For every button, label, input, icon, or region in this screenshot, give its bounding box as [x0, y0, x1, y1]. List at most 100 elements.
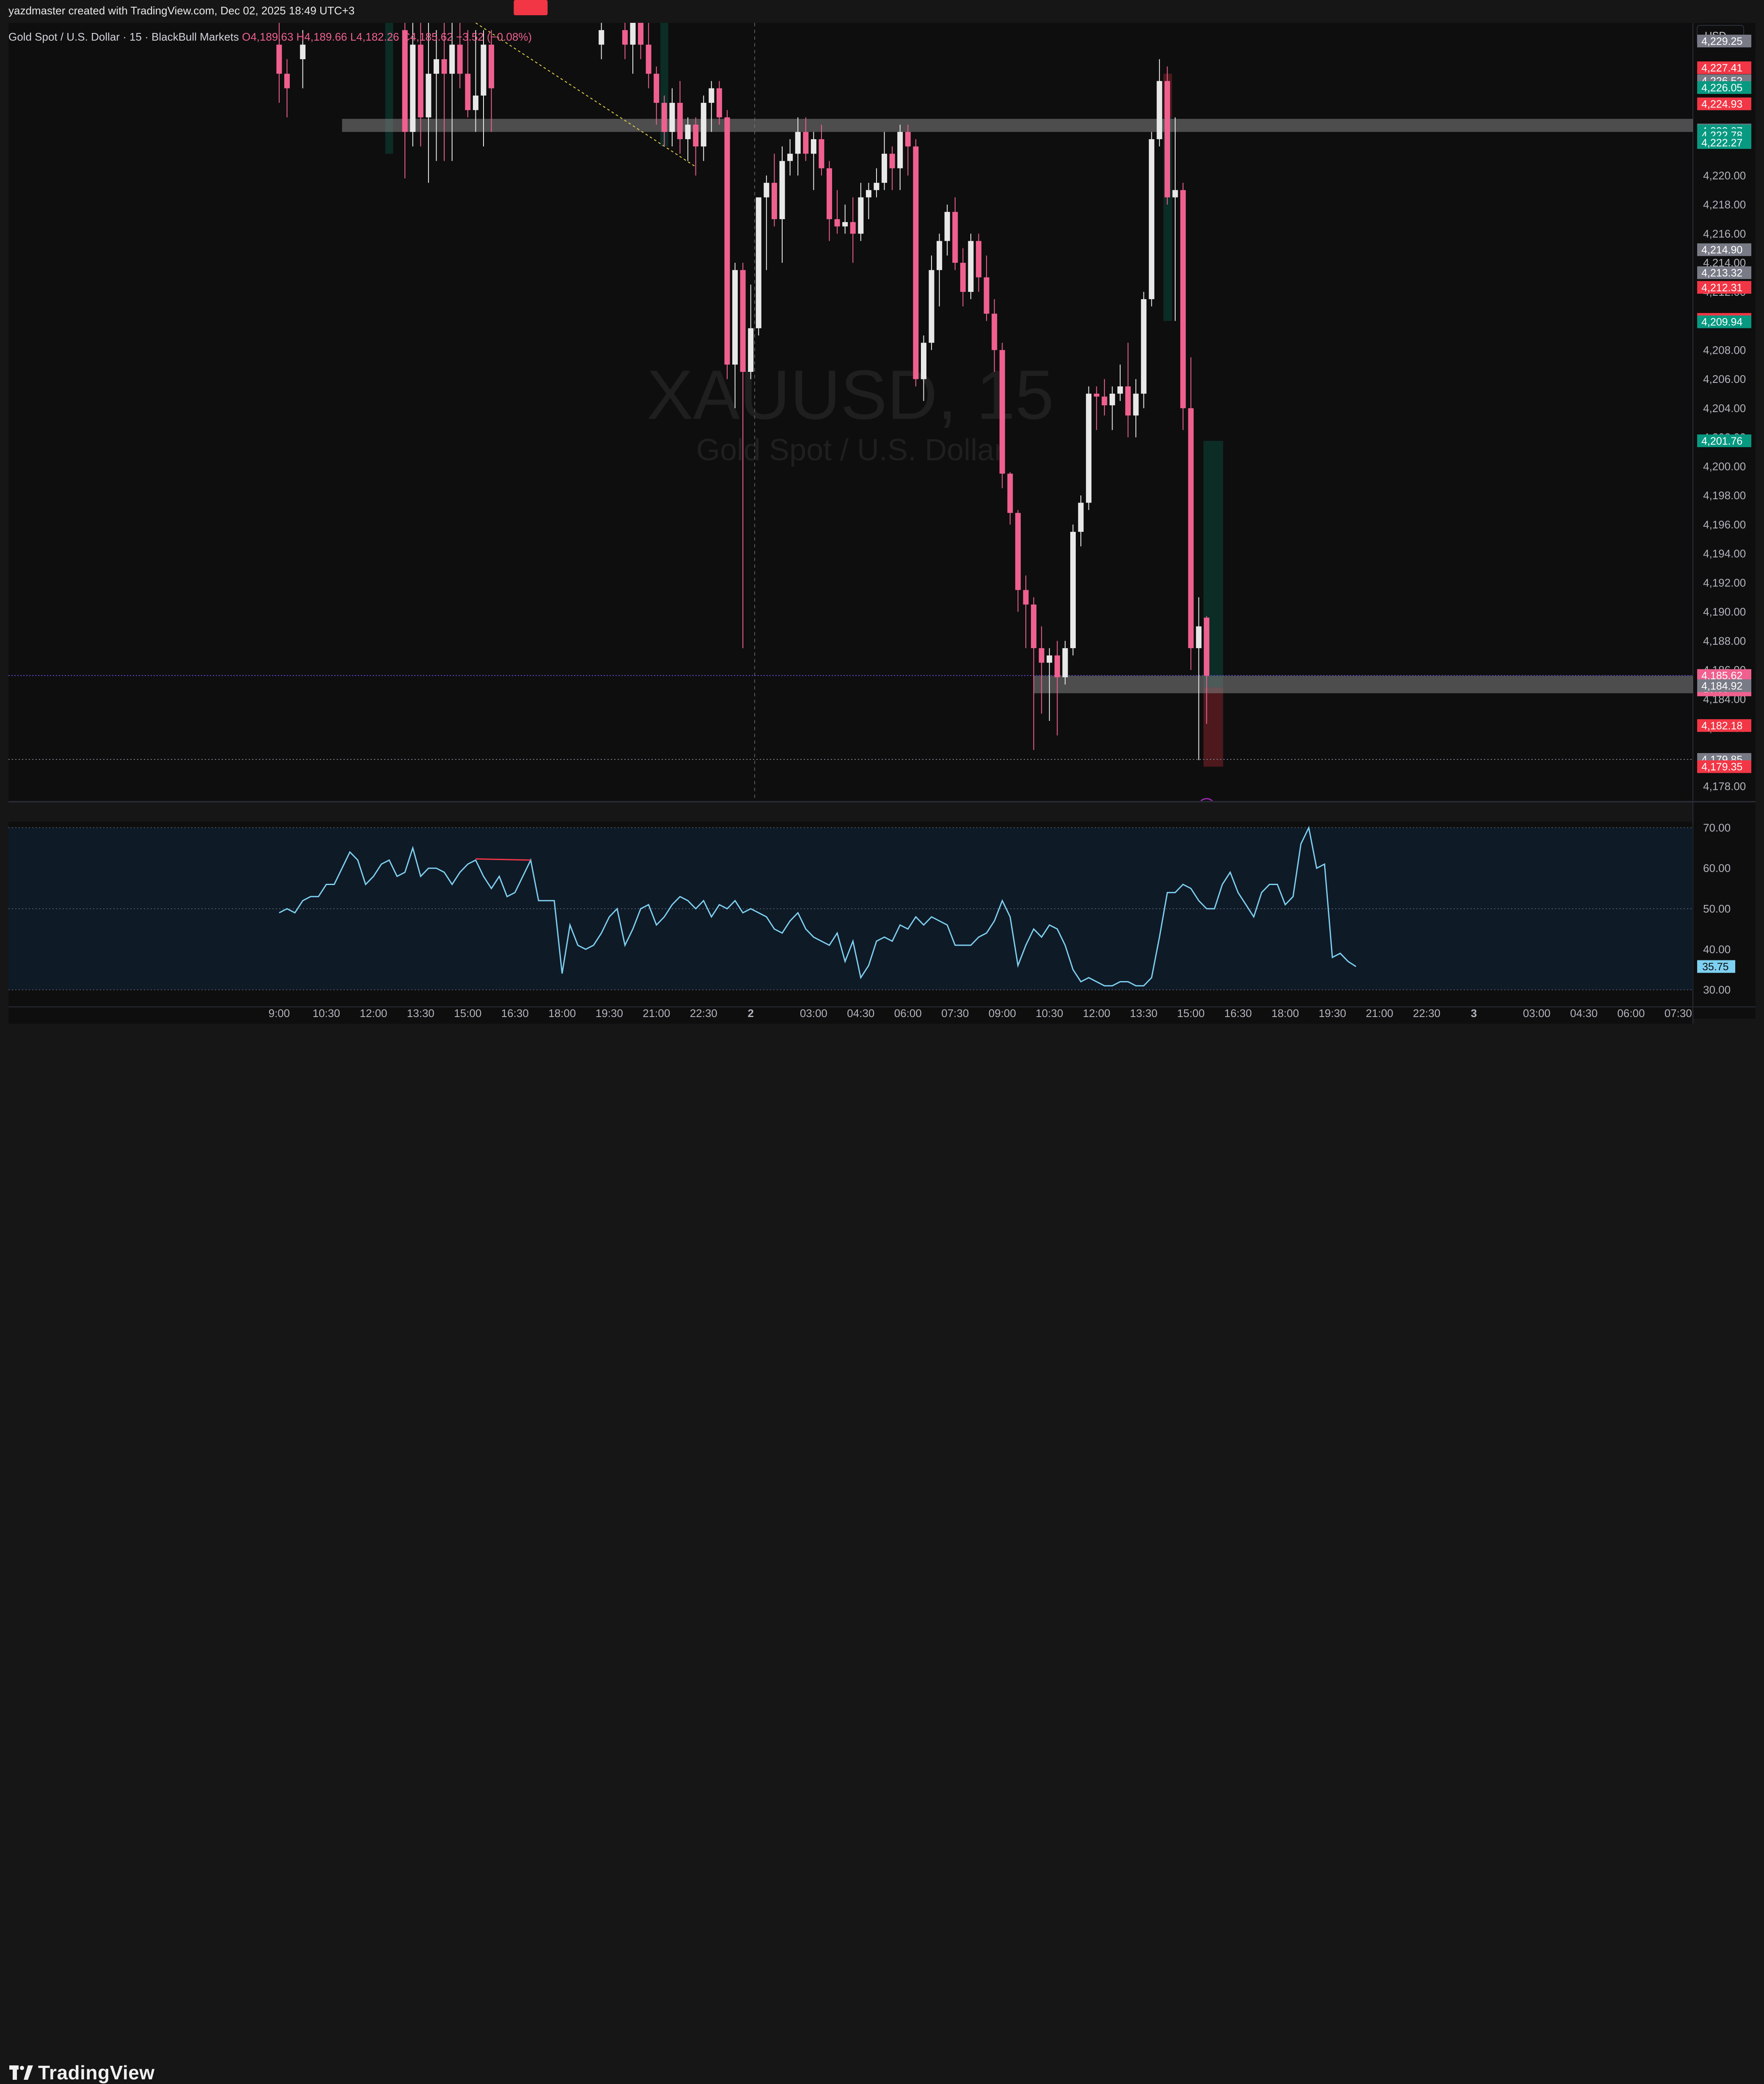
time-tick-label: 04:30 — [1570, 1007, 1598, 1020]
candle-body — [897, 132, 903, 168]
candle-body — [654, 74, 659, 103]
time-tick-label: 06:00 — [1617, 1007, 1645, 1020]
price-label-text: 4,227.41 — [1701, 62, 1742, 74]
candle-body — [992, 313, 997, 350]
candle-body — [842, 222, 848, 227]
candle-body — [661, 103, 667, 132]
price-tick-label: 4,188.00 — [1703, 635, 1746, 647]
tradingview-logo-icon — [9, 2065, 33, 2080]
price-tick-label: 4,218.00 — [1703, 198, 1746, 211]
price-label-badge: 4,179.35 — [1697, 760, 1751, 773]
candle-body — [811, 139, 816, 154]
price-label-badge: 4,229.25 — [1697, 34, 1751, 47]
ohlc-open: O4,189.63 — [242, 30, 297, 43]
candle-body — [984, 277, 989, 314]
candle-body — [960, 263, 966, 292]
candle-bear — [724, 110, 730, 379]
time-tick-label: 04:30 — [847, 1007, 874, 1020]
candle-body — [866, 190, 871, 198]
candle-body — [803, 132, 809, 154]
ohlc-high: H4,189.66 — [297, 30, 350, 43]
candle-body — [441, 59, 447, 74]
chart-header: yazdmaster created with TradingView.com,… — [0, 0, 1764, 23]
candle-body — [434, 59, 440, 74]
candle-body — [473, 95, 478, 110]
time-tick-label: 22:30 — [690, 1007, 717, 1020]
time-tick-label: 18:00 — [548, 1007, 576, 1020]
candle-body — [630, 23, 636, 45]
candle-body — [771, 183, 777, 220]
candle-body — [976, 241, 982, 278]
watermark-symbol: XAUUSD, 15 — [647, 356, 1054, 434]
price-label-badge: 4,201.76 — [1697, 434, 1751, 447]
candle-body — [410, 44, 416, 132]
time-tick-label: 19:30 — [596, 1007, 623, 1020]
candle-body — [685, 124, 691, 139]
time-tick-label: 10:30 — [1036, 1007, 1063, 1020]
price-label-text: 4,179.35 — [1701, 761, 1742, 773]
candle-body — [740, 270, 746, 372]
time-tick-label: 22:30 — [1413, 1007, 1440, 1020]
candle-body — [1102, 396, 1107, 406]
candle-body — [944, 212, 950, 241]
time-tick-label: 2 — [747, 1007, 753, 1020]
price-tick-label: 4,200.00 — [1703, 460, 1746, 473]
candle-body — [1086, 393, 1092, 503]
candle-body — [1070, 532, 1076, 649]
candle-body — [756, 197, 761, 328]
candle-bear — [1164, 66, 1170, 205]
candle-body — [748, 328, 754, 372]
candle-body — [920, 343, 926, 379]
candle-body — [677, 103, 683, 139]
time-tick-label: 07:30 — [941, 1007, 969, 1020]
candle-body — [1141, 299, 1147, 394]
price-label-text: 4,212.31 — [1701, 282, 1742, 294]
price-tick-label: 4,194.00 — [1703, 547, 1746, 560]
price-label-badge: 4,184.92 — [1697, 679, 1751, 692]
time-tick-label: 15:00 — [1177, 1007, 1205, 1020]
time-tick-label: 09:00 — [989, 1007, 1016, 1020]
candle-bull — [1070, 524, 1076, 656]
time-tick-label: 9:00 — [269, 1007, 290, 1020]
time-tick-label: 06:00 — [894, 1007, 922, 1020]
price-label-text: 4,222.27 — [1701, 137, 1742, 149]
candle-body — [819, 139, 824, 168]
time-tick-label: 03:00 — [800, 1007, 827, 1020]
candle-body — [716, 88, 722, 118]
candle-body — [874, 183, 879, 190]
candle-body — [669, 103, 675, 132]
candle-body — [913, 146, 919, 379]
candle-body — [827, 168, 833, 220]
time-tick-label: 16:30 — [501, 1007, 529, 1020]
price-tick-label: 4,204.00 — [1703, 402, 1746, 415]
candle-body — [1039, 648, 1044, 663]
time-tick-label: 18:00 — [1272, 1007, 1299, 1020]
candle-body — [1172, 190, 1178, 198]
price-label-badge: 4,212.31 — [1697, 281, 1751, 294]
candle-bull — [1141, 291, 1147, 408]
rsi-tick-label: 70.00 — [1703, 821, 1731, 834]
candle-body — [402, 30, 408, 132]
price-label-text: 4,182.18 — [1701, 720, 1742, 732]
time-tick-label: 12:00 — [360, 1007, 387, 1020]
price-tick-label: 4,178.00 — [1703, 780, 1746, 793]
candle-body — [481, 44, 486, 96]
candle-body — [646, 44, 651, 74]
candle-body — [952, 212, 958, 263]
candle-body — [999, 350, 1005, 474]
tradingview-logo[interactable]: TradingView — [9, 2061, 155, 2084]
price-tick-label: 4,208.00 — [1703, 344, 1746, 356]
price-label-badge: 4,226.05 — [1697, 81, 1751, 94]
candle-body — [882, 154, 887, 183]
candle-body — [1031, 604, 1037, 649]
chart-area[interactable]: XAUUSD, 15Gold Spot / U.S. DollarGold Sp… — [0, 0, 1764, 1024]
price-label-text: 4,209.94 — [1701, 316, 1742, 328]
candle-body — [693, 124, 699, 147]
candle-body — [709, 88, 714, 103]
time-tick-label: 21:00 — [1366, 1007, 1393, 1020]
rsi-tick-label: 50.00 — [1703, 902, 1731, 915]
price-tick-label: 4,190.00 — [1703, 605, 1746, 618]
rsi-current-value: 35.75 — [1702, 961, 1729, 973]
candle-body — [1007, 473, 1013, 513]
price-tick-label: 4,206.00 — [1703, 373, 1746, 385]
